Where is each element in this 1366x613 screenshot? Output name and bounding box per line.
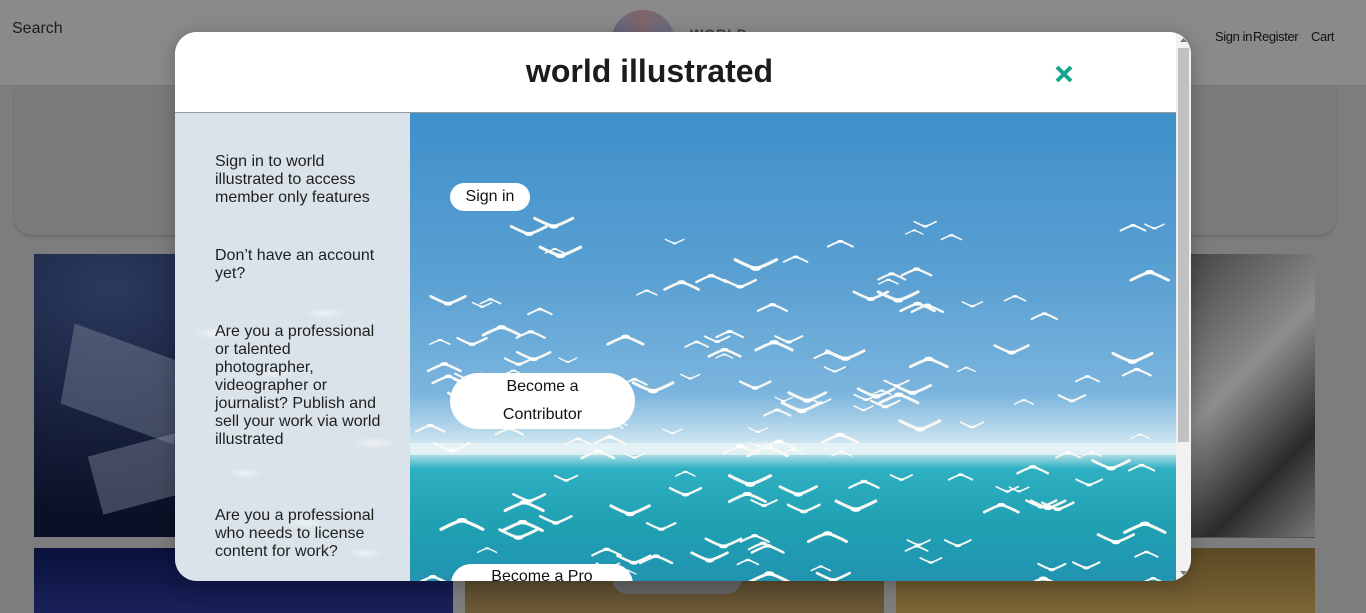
birds-over-ocean-image <box>410 113 1176 581</box>
scroll-up-arrow-icon[interactable] <box>1176 33 1191 48</box>
close-icon[interactable] <box>1053 63 1075 85</box>
modal-scrollbar[interactable] <box>1176 32 1191 581</box>
modal-title: world illustrated <box>525 53 774 89</box>
pro-description: Are you a professional who needs to lice… <box>215 507 375 560</box>
no-account-text: Don’t have an account yet? <box>215 247 375 282</box>
contributor-label-line1: Become a <box>506 378 579 395</box>
nav-sign-in-link[interactable]: Sign in <box>1215 29 1252 44</box>
become-pro-button[interactable]: Become a Pro <box>451 564 633 581</box>
modal-header: world illustrated <box>175 32 1176 112</box>
modal-info-panel: Sign in to world illustrated to access m… <box>175 113 410 581</box>
gallery-tile-portrait[interactable] <box>1175 254 1315 537</box>
search-link[interactable]: Search <box>12 20 63 38</box>
nav-cart-link[interactable]: Cart <box>1311 29 1334 44</box>
scrollbar-thumb[interactable] <box>1178 48 1189 442</box>
scroll-down-arrow-icon[interactable] <box>1176 565 1191 580</box>
nav-register-link[interactable]: Register <box>1253 29 1299 44</box>
sign-in-button[interactable]: Sign in <box>450 183 530 211</box>
contributor-label-line2: Contributor <box>502 406 583 423</box>
sign-in-description: Sign in to world illustrated to access m… <box>215 153 370 206</box>
become-contributor-button[interactable]: Become a Contributor <box>450 373 635 429</box>
contributor-description: Are you a professional or talented photo… <box>215 323 381 448</box>
sign-in-modal: world illustrated Sign in to world illus… <box>175 32 1191 581</box>
